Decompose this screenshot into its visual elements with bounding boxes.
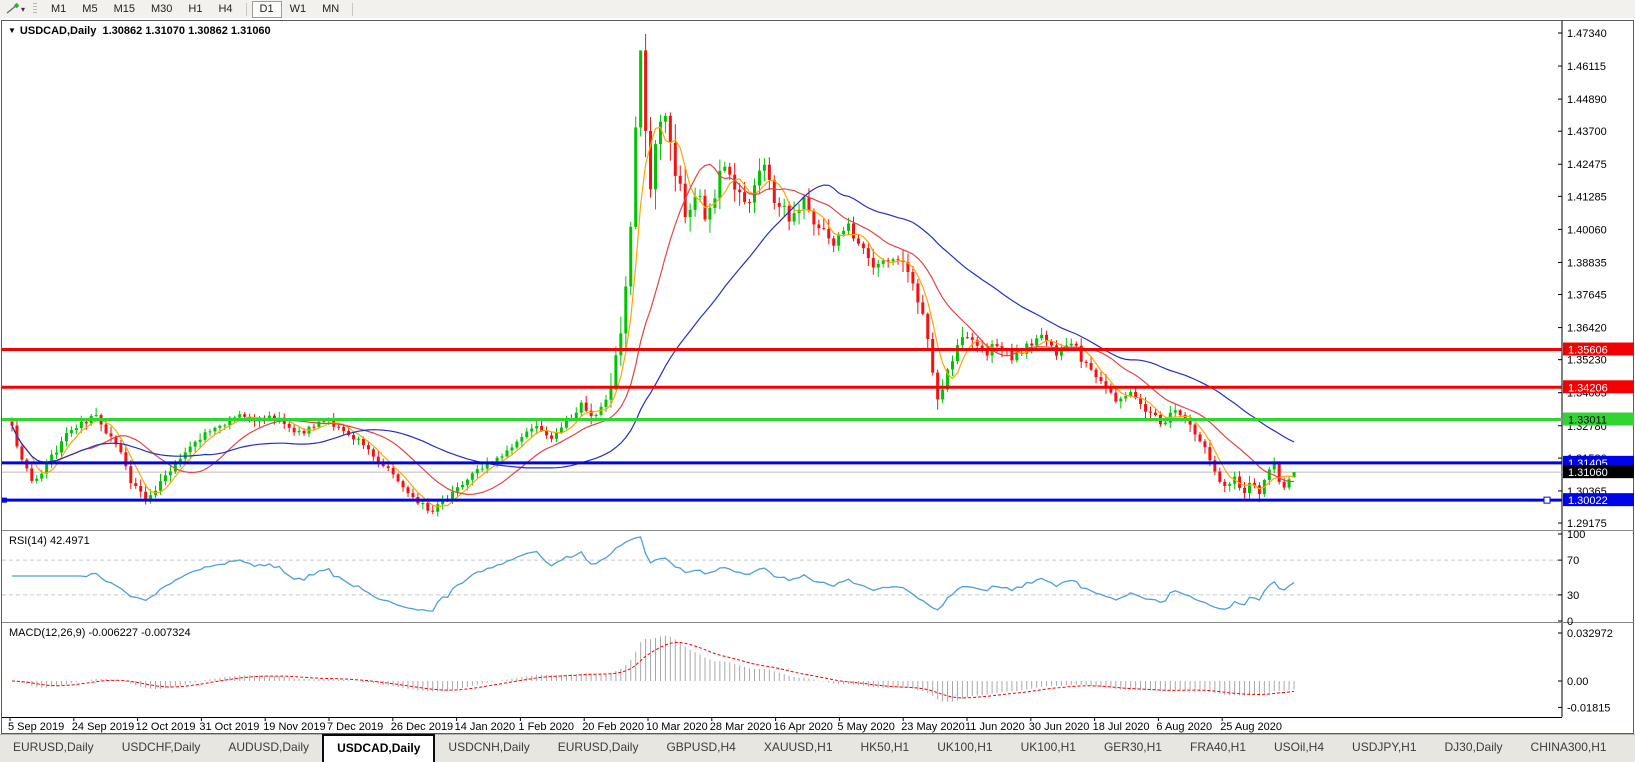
svg-text:7 Dec 2019: 7 Dec 2019 [327, 721, 383, 733]
chart-tab-hk50-h1[interactable]: HK50,H1 [848, 735, 923, 762]
svg-text:1.36420: 1.36420 [1567, 323, 1607, 335]
chart-tab-eurusd-daily[interactable]: EURUSD,Daily [0, 735, 107, 762]
chart-tab-usdcad-daily[interactable]: USDCAD,Daily [322, 734, 436, 762]
timeframe-button-W1[interactable]: W1 [282, 1, 315, 18]
svg-text:1.37645: 1.37645 [1567, 290, 1607, 302]
macd-pane: 0.032972 0.00 -0.01815 [11, 628, 1613, 714]
svg-text:14 Jan 2020: 14 Jan 2020 [455, 721, 516, 733]
svg-text:0: 0 [1567, 616, 1573, 628]
ma-mid-line [11, 163, 1294, 496]
timeframe-button-D1[interactable]: D1 [251, 0, 282, 18]
svg-text:1.47340: 1.47340 [1567, 28, 1607, 40]
macd-indicator-label: MACD(12,26,9) -0.006227 -0.007324 [9, 627, 191, 639]
chart-tab-fra40-h1[interactable]: FRA40,H1 [1177, 735, 1259, 762]
svg-text:23 May 2020: 23 May 2020 [901, 721, 965, 733]
svg-text:18 Jul 2020: 18 Jul 2020 [1093, 721, 1150, 733]
toolbar-separator [352, 2, 354, 16]
svg-text:1.41285: 1.41285 [1567, 191, 1607, 203]
timeframe-button-M15[interactable]: M15 [106, 1, 143, 18]
chart-tab-audusd-daily[interactable]: AUDUSD,Daily [215, 735, 322, 762]
chart-tab-uk100-h1[interactable]: UK100,H1 [924, 735, 1005, 762]
timeframe-button-M30[interactable]: M30 [143, 1, 180, 18]
svg-text:16 Apr 2020: 16 Apr 2020 [774, 721, 833, 733]
chart-tab-xauusd-h1[interactable]: XAUUSD,H1 [751, 735, 846, 762]
chart-ohlc-values: 1.30862 1.31070 1.30862 1.31060 [102, 25, 271, 37]
chart-title: ▼ USDCAD,Daily 1.30862 1.31070 1.30862 1.… [8, 25, 271, 37]
svg-text:-0.01815: -0.01815 [1567, 702, 1610, 714]
chart-tab-usoil-h4[interactable]: USOil,H4 [1261, 735, 1337, 762]
svg-text:70: 70 [1567, 555, 1579, 567]
chart-tab-dj30-daily[interactable]: DJ30,Daily [1432, 735, 1516, 762]
price-axis: 1.47340 1.46115 1.44890 1.43700 1.42475 1.412… [1558, 28, 1607, 530]
svg-text:0.00: 0.00 [1567, 676, 1588, 688]
chart-tab-usoil-h1[interactable]: USOil,H1 [1622, 735, 1635, 762]
svg-text:1.38835: 1.38835 [1567, 257, 1607, 269]
chart-tab-gbpusd-h4[interactable]: GBPUSD,H4 [653, 735, 748, 762]
svg-text:1.35606: 1.35606 [1568, 345, 1608, 357]
svg-text:1.30022: 1.30022 [1568, 495, 1608, 507]
svg-text:1.44890: 1.44890 [1567, 94, 1607, 106]
chart-tab-uk100-h1[interactable]: UK100,H1 [1008, 735, 1089, 762]
trendline-tool-icon[interactable] [3, 2, 21, 16]
toolbar-separator [245, 2, 247, 16]
timeframe-button-M5[interactable]: M5 [74, 1, 105, 18]
svg-text:1.31060: 1.31060 [1568, 467, 1608, 479]
svg-text:1.46115: 1.46115 [1567, 61, 1606, 73]
rsi-indicator-label: RSI(14) 42.4971 [9, 535, 90, 547]
date-axis: 5 Sep 2019 24 Sep 2019 12 Oct 2019 31 Oct 2… [8, 717, 1282, 733]
chart-dropdown-icon[interactable]: ▼ [8, 26, 16, 35]
rsi-line [12, 536, 1295, 612]
macd-signal-line [11, 642, 1295, 699]
timeframe-toolbar: ▾ M1 M5 M15 M30 H1 H4 D1 W1 MN [0, 0, 1635, 19]
chart-tab-usdcnh-daily[interactable]: USDCNH,Daily [435, 735, 542, 762]
svg-text:1.40060: 1.40060 [1567, 224, 1607, 236]
ma-fast-line [11, 126, 1295, 508]
svg-text:24 Sep 2019: 24 Sep 2019 [72, 721, 134, 733]
chart-tab-usdjpy-h1[interactable]: USDJPY,H1 [1339, 735, 1429, 762]
chart-tab-eurusd-daily[interactable]: EURUSD,Daily [545, 735, 652, 762]
svg-text:30: 30 [1567, 590, 1579, 602]
chart-tab-china300-h1[interactable]: CHINA300,H1 [1518, 735, 1620, 762]
chart-tab-bar: EURUSD,Daily USDCHF,Daily AUDUSD,Daily USDC… [0, 734, 1635, 762]
svg-text:19 Nov 2019: 19 Nov 2019 [263, 721, 325, 733]
chart-tab-usdchf-daily[interactable]: USDCHF,Daily [109, 735, 214, 762]
svg-text:11 Jun 2020: 11 Jun 2020 [965, 721, 1025, 733]
timeframe-button-H4[interactable]: H4 [210, 1, 240, 18]
svg-text:6 Aug 2020: 6 Aug 2020 [1156, 721, 1212, 733]
timeframe-button-MN[interactable]: MN [314, 1, 347, 18]
svg-text:0.032972: 0.032972 [1567, 628, 1613, 640]
svg-text:1.33011: 1.33011 [1568, 415, 1607, 427]
svg-text:30 Jun 2020: 30 Jun 2020 [1029, 721, 1090, 733]
svg-text:12 Oct 2019: 12 Oct 2019 [136, 721, 196, 733]
svg-text:31 Oct 2019: 31 Oct 2019 [199, 721, 259, 733]
svg-text:1 Feb 2020: 1 Feb 2020 [518, 721, 574, 733]
ma-slow-line [11, 184, 1295, 469]
timeframe-button-H1[interactable]: H1 [180, 1, 210, 18]
svg-text:5 Sep 2019: 5 Sep 2019 [8, 721, 64, 733]
timeframe-button-M1[interactable]: M1 [43, 1, 74, 18]
rsi-pane: 100 70 30 0 [2, 529, 1585, 628]
svg-text:1.34206: 1.34206 [1568, 382, 1608, 394]
svg-text:5 May 2020: 5 May 2020 [837, 721, 894, 733]
macd-histogram [16, 635, 1295, 702]
tool-dropdown-caret-icon[interactable]: ▾ [21, 5, 25, 14]
svg-text:26 Dec 2019: 26 Dec 2019 [391, 721, 453, 733]
svg-text:28 Mar 2020: 28 Mar 2020 [710, 721, 772, 733]
svg-text:20 Feb 2020: 20 Feb 2020 [582, 721, 644, 733]
svg-text:100: 100 [1567, 529, 1585, 541]
svg-text:1.42475: 1.42475 [1567, 159, 1607, 171]
chart-tab-ger30-h1[interactable]: GER30,H1 [1091, 735, 1175, 762]
svg-text:1.43700: 1.43700 [1567, 126, 1607, 138]
svg-text:10 Mar 2020: 10 Mar 2020 [646, 721, 708, 733]
toolbar-grip[interactable] [33, 3, 38, 15]
chart-symbol-label: USDCAD,Daily [19, 25, 97, 37]
chart-window: 1.47340 1.46115 1.44890 1.43700 1.42475 1.412… [0, 18, 1635, 734]
price-chart-svg[interactable]: 1.47340 1.46115 1.44890 1.43700 1.42475 1.412… [0, 18, 1635, 734]
svg-text:25 Aug 2020: 25 Aug 2020 [1220, 721, 1282, 733]
